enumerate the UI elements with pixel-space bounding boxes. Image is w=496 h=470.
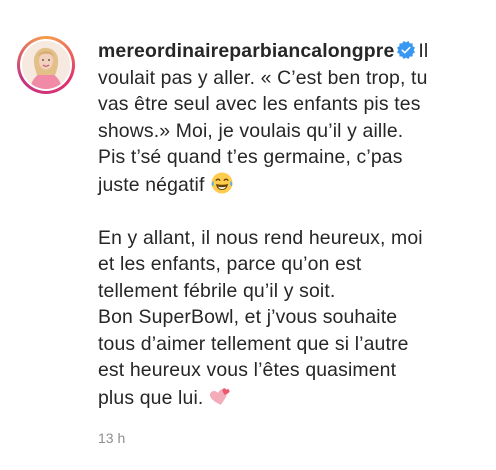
verified-badge-icon (397, 41, 416, 59)
comment-line: En y allant, il nous rend heureux, moi (98, 226, 423, 249)
comment-line: shows.» Moi, je voulais qu’il y aille. (98, 119, 404, 142)
timestamp[interactable]: 13 h (98, 430, 125, 446)
comment-meta: 13 h (98, 430, 125, 446)
comment-line: et les enfants, parce qu’on est (98, 253, 362, 275)
story-ring[interactable] (17, 36, 75, 94)
comment-paragraph-2: En y allant, il nous rend heureux, moi et… (98, 225, 484, 412)
comment-line: tellement fébrile qu’il y soit. (98, 279, 336, 302)
comment-line: Il (418, 40, 429, 62)
comment-paragraph-1: mereordinaireparbiancalongpre Il voulait p… (98, 38, 484, 198)
avatar-border (20, 39, 72, 91)
comment-line: vas être seul avec les enfants pis tes (98, 93, 421, 115)
comment-body: mereordinaireparbiancalongpre Il voulait p… (98, 38, 484, 411)
avatar[interactable] (22, 41, 70, 89)
laughing-tears-emoji-icon (211, 172, 233, 193)
two-hearts-emoji-icon (210, 387, 230, 405)
comment-line: est heureux vous l’êtes quasiment (98, 359, 397, 381)
comment-line: voulait pas y aller. « C’est ben trop, t… (98, 66, 428, 89)
comment-line: juste négatif (98, 173, 205, 196)
comment-line: tous d’aimer tellement que si l’autre (98, 332, 409, 355)
comment-line: Bon SuperBowl, et j’vous souhaite (98, 306, 398, 328)
username-link[interactable]: mereordinaireparbiancalongpre (98, 40, 394, 62)
comment-line: Pis t’sé quand t’es germaine, c’pas (98, 146, 403, 168)
avatar-image (22, 41, 70, 89)
comment-card: mereordinaireparbiancalongpre Il voulait p… (0, 0, 496, 470)
comment-line: plus que lui. (98, 386, 204, 409)
